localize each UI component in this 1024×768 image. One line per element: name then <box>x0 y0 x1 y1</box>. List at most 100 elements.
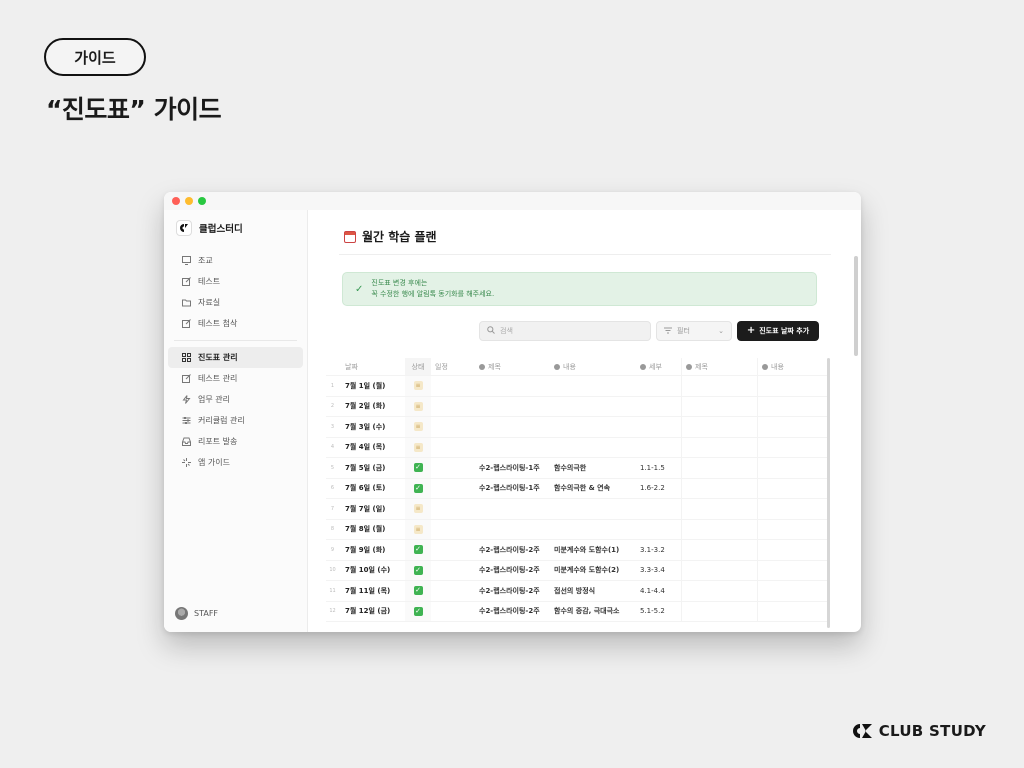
column-header-plan[interactable]: 일정 <box>431 362 475 372</box>
row-date[interactable]: 7월 1일 (월) <box>339 381 405 391</box>
row-title[interactable]: 수2-랩스라이팅-2주 <box>475 545 550 555</box>
search-input[interactable]: 검색 <box>479 321 651 341</box>
column-header-date[interactable]: 날짜 <box>339 362 405 372</box>
row-title-2[interactable] <box>681 581 757 601</box>
row-content-2[interactable] <box>757 376 828 396</box>
page-scrollbar[interactable] <box>854 256 858 356</box>
row-content-2[interactable] <box>757 519 828 539</box>
row-detail[interactable]: 1.6-2.2 <box>636 484 681 492</box>
row-status-cell[interactable]: ≡ <box>405 396 431 416</box>
row-status-cell[interactable]: ✓ <box>405 458 431 478</box>
sidebar-item-curriculum[interactable]: 커리큘럼 관리 <box>168 410 303 431</box>
row-date[interactable]: 7월 10일 (수) <box>339 565 405 575</box>
column-header-title-2[interactable]: 제목 <box>681 358 757 375</box>
table-row[interactable]: 2 7월 2일 (화) ≡ <box>326 396 828 417</box>
table-row[interactable]: 5 7월 5일 (금) ✓ 수2-랩스라이팅-1주 함수의극한 1.1-1.5 <box>326 458 828 479</box>
row-title[interactable]: 수2-랩스라이팅-1주 <box>475 483 550 493</box>
sidebar-brand[interactable]: 클럽스터디 <box>164 210 307 246</box>
row-title[interactable]: 수2-랩스라이팅-2주 <box>475 606 550 616</box>
row-title-2[interactable] <box>681 560 757 580</box>
row-status-cell[interactable]: ≡ <box>405 376 431 396</box>
row-title-2[interactable] <box>681 601 757 621</box>
column-header-content[interactable]: 내용 <box>550 362 636 372</box>
filter-dropdown[interactable]: 필터 ⌄ <box>656 321 732 341</box>
row-title-2[interactable] <box>681 396 757 416</box>
row-content-2[interactable] <box>757 458 828 478</box>
sidebar-item-assistant[interactable]: 조교 <box>168 250 303 271</box>
row-content-2[interactable] <box>757 437 828 457</box>
row-content-2[interactable] <box>757 601 828 621</box>
row-status-cell[interactable]: ✓ <box>405 601 431 621</box>
row-date[interactable]: 7월 6일 (토) <box>339 483 405 493</box>
row-status-cell[interactable]: ✓ <box>405 540 431 560</box>
row-title[interactable]: 수2-랩스라이팅-2주 <box>475 586 550 596</box>
row-title-2[interactable] <box>681 499 757 519</box>
row-date[interactable]: 7월 3일 (수) <box>339 422 405 432</box>
column-header-content-2[interactable]: 내용 <box>757 358 828 375</box>
close-window-button[interactable] <box>172 197 180 205</box>
row-status-cell[interactable]: ≡ <box>405 499 431 519</box>
sidebar-item-test[interactable]: 테스트 <box>168 271 303 292</box>
table-row[interactable]: 7 7월 7일 (일) ≡ <box>326 499 828 520</box>
row-detail[interactable]: 1.1-1.5 <box>636 464 681 472</box>
row-status-cell[interactable]: ≡ <box>405 437 431 457</box>
row-content-2[interactable] <box>757 540 828 560</box>
row-content-2[interactable] <box>757 396 828 416</box>
row-detail[interactable]: 3.1-3.2 <box>636 546 681 554</box>
row-date[interactable]: 7월 8일 (월) <box>339 524 405 534</box>
table-row[interactable]: 4 7월 4일 (목) ≡ <box>326 437 828 458</box>
row-content-2[interactable] <box>757 560 828 580</box>
row-date[interactable]: 7월 9일 (화) <box>339 545 405 555</box>
sidebar-item-app-guide[interactable]: 앱 가이드 <box>168 452 303 473</box>
table-row[interactable]: 10 7월 10일 (수) ✓ 수2-랩스라이팅-2주 미분계수와 도함수(2) 3.3-… <box>326 560 828 581</box>
row-status-cell[interactable]: ≡ <box>405 417 431 437</box>
row-title[interactable]: 수2-랩스라이팅-2주 <box>475 565 550 575</box>
add-date-button[interactable]: + 진도표 날짜 추가 <box>737 321 819 341</box>
row-date[interactable]: 7월 7일 (일) <box>339 504 405 514</box>
table-row[interactable]: 12 7월 12일 (금) ✓ 수2-랩스라이팅-2주 함수의 증감, 극대극소 5.1-… <box>326 601 828 622</box>
sidebar-item-report[interactable]: 리포트 발송 <box>168 431 303 452</box>
row-date[interactable]: 7월 2일 (화) <box>339 401 405 411</box>
row-content[interactable]: 함수의 증감, 극대극소 <box>550 606 636 616</box>
row-date[interactable]: 7월 5일 (금) <box>339 463 405 473</box>
row-title-2[interactable] <box>681 478 757 498</box>
sidebar-item-tasks[interactable]: 업무 관리 <box>168 389 303 410</box>
column-header-detail[interactable]: 세부 <box>636 362 681 372</box>
user-profile[interactable]: STAFF <box>175 607 218 620</box>
row-title[interactable]: 수2-랩스라이팅-1주 <box>475 463 550 473</box>
row-content[interactable]: 미분계수와 도함수(1) <box>550 545 636 555</box>
sidebar-item-library[interactable]: 자료실 <box>168 292 303 313</box>
row-content[interactable]: 함수의극한 <box>550 463 636 473</box>
row-content-2[interactable] <box>757 499 828 519</box>
table-scrollbar[interactable] <box>827 358 830 628</box>
row-detail[interactable]: 4.1-4.4 <box>636 587 681 595</box>
column-header-status[interactable]: 상태 <box>405 358 431 375</box>
sidebar-item-test-review[interactable]: 테스트 첨삭 <box>168 313 303 334</box>
row-status-cell[interactable]: ✓ <box>405 560 431 580</box>
maximize-window-button[interactable] <box>198 197 206 205</box>
row-status-cell[interactable]: ≡ <box>405 519 431 539</box>
row-title-2[interactable] <box>681 540 757 560</box>
row-status-cell[interactable]: ✓ <box>405 581 431 601</box>
row-detail[interactable]: 3.3-3.4 <box>636 566 681 574</box>
table-row[interactable]: 3 7월 3일 (수) ≡ <box>326 417 828 438</box>
row-status-cell[interactable]: ✓ <box>405 478 431 498</box>
row-content-2[interactable] <box>757 581 828 601</box>
row-date[interactable]: 7월 4일 (목) <box>339 442 405 452</box>
row-date[interactable]: 7월 11일 (목) <box>339 586 405 596</box>
row-title-2[interactable] <box>681 417 757 437</box>
sidebar-item-progress[interactable]: 진도표 관리 <box>168 347 303 368</box>
row-title-2[interactable] <box>681 437 757 457</box>
sidebar-item-test-manage[interactable]: 테스트 관리 <box>168 368 303 389</box>
row-content-2[interactable] <box>757 417 828 437</box>
row-content[interactable]: 미분계수와 도함수(2) <box>550 565 636 575</box>
minimize-window-button[interactable] <box>185 197 193 205</box>
row-detail[interactable]: 5.1-5.2 <box>636 607 681 615</box>
table-row[interactable]: 8 7월 8일 (월) ≡ <box>326 519 828 540</box>
column-header-title[interactable]: 제목 <box>475 362 550 372</box>
row-title-2[interactable] <box>681 519 757 539</box>
table-row[interactable]: 9 7월 9일 (화) ✓ 수2-랩스라이팅-2주 미분계수와 도함수(1) 3.1-3.… <box>326 540 828 561</box>
row-content[interactable]: 함수의극한 & 연속 <box>550 483 636 493</box>
row-title-2[interactable] <box>681 376 757 396</box>
table-row[interactable]: 1 7월 1일 (월) ≡ <box>326 376 828 397</box>
